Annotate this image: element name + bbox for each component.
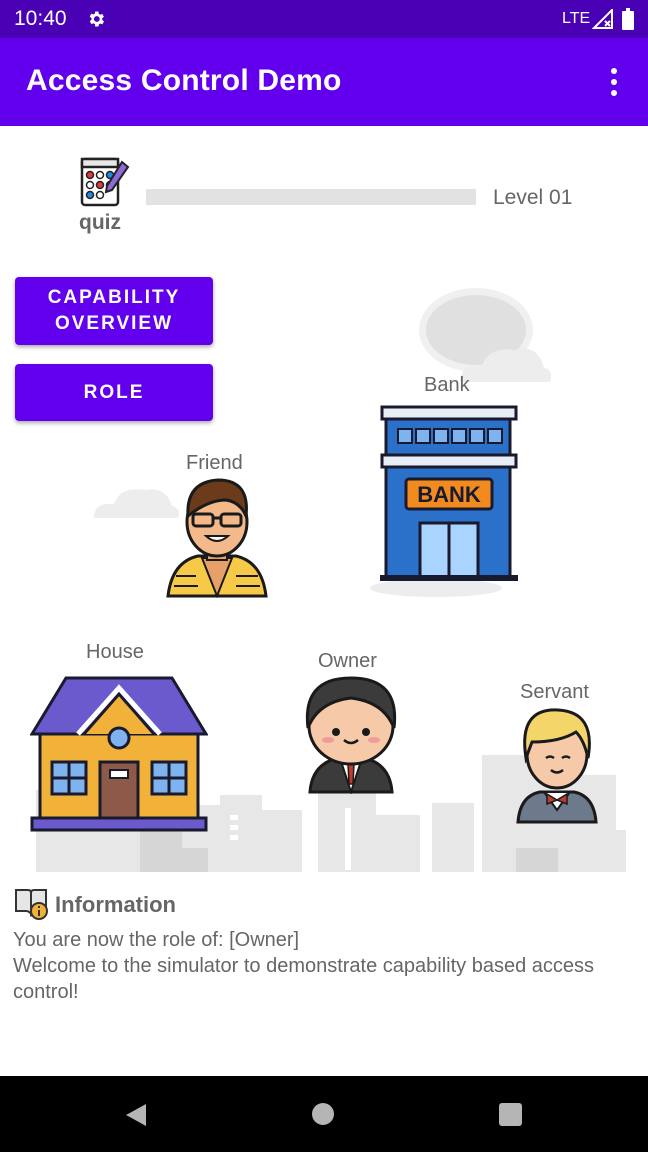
house-label: House [86, 641, 144, 663]
quiz-icon[interactable] [78, 156, 130, 208]
information-role-line: You are now the role of: [Owner] [13, 929, 300, 951]
settings-gear-icon [89, 11, 104, 27]
app-bar: Access Control Demo [0, 38, 648, 126]
bank-building-icon[interactable]: BANK [378, 405, 520, 581]
signal-icon [592, 9, 613, 29]
house-icon[interactable] [30, 674, 208, 832]
bank-label: Bank [424, 374, 470, 396]
status-time: 10:40 [14, 7, 67, 30]
information-book-icon [15, 889, 48, 920]
battery-icon [622, 8, 634, 30]
owner-label: Owner [318, 650, 377, 672]
owner-avatar-icon[interactable] [294, 676, 408, 794]
overflow-menu-icon[interactable] [600, 64, 628, 100]
level-label: Level 01 [493, 186, 573, 209]
friend-label: Friend [186, 452, 243, 474]
status-bar: 10:40 LTE [0, 0, 648, 38]
information-welcome-line: Welcome to the simulator to demonstrate … [13, 955, 595, 1003]
back-icon[interactable] [124, 1102, 148, 1128]
capability-overview-button[interactable]: CAPABILITY OVERVIEW [15, 277, 213, 345]
information-body: You are now the role of: [Owner] Welcome… [13, 927, 633, 1005]
network-type: LTE [562, 10, 591, 27]
recents-icon[interactable] [499, 1103, 522, 1126]
home-icon[interactable] [312, 1103, 334, 1125]
servant-label: Servant [520, 681, 589, 703]
level-progress-bar [146, 189, 476, 205]
app-title: Access Control Demo [26, 64, 342, 97]
bank-sign: BANK [417, 482, 481, 507]
role-button[interactable]: ROLE [15, 364, 213, 421]
friend-avatar-icon[interactable] [164, 476, 270, 598]
information-title: Information [55, 892, 176, 917]
quiz-label: quiz [79, 211, 121, 234]
navigation-bar [0, 1076, 648, 1152]
servant-avatar-icon[interactable] [514, 706, 600, 826]
